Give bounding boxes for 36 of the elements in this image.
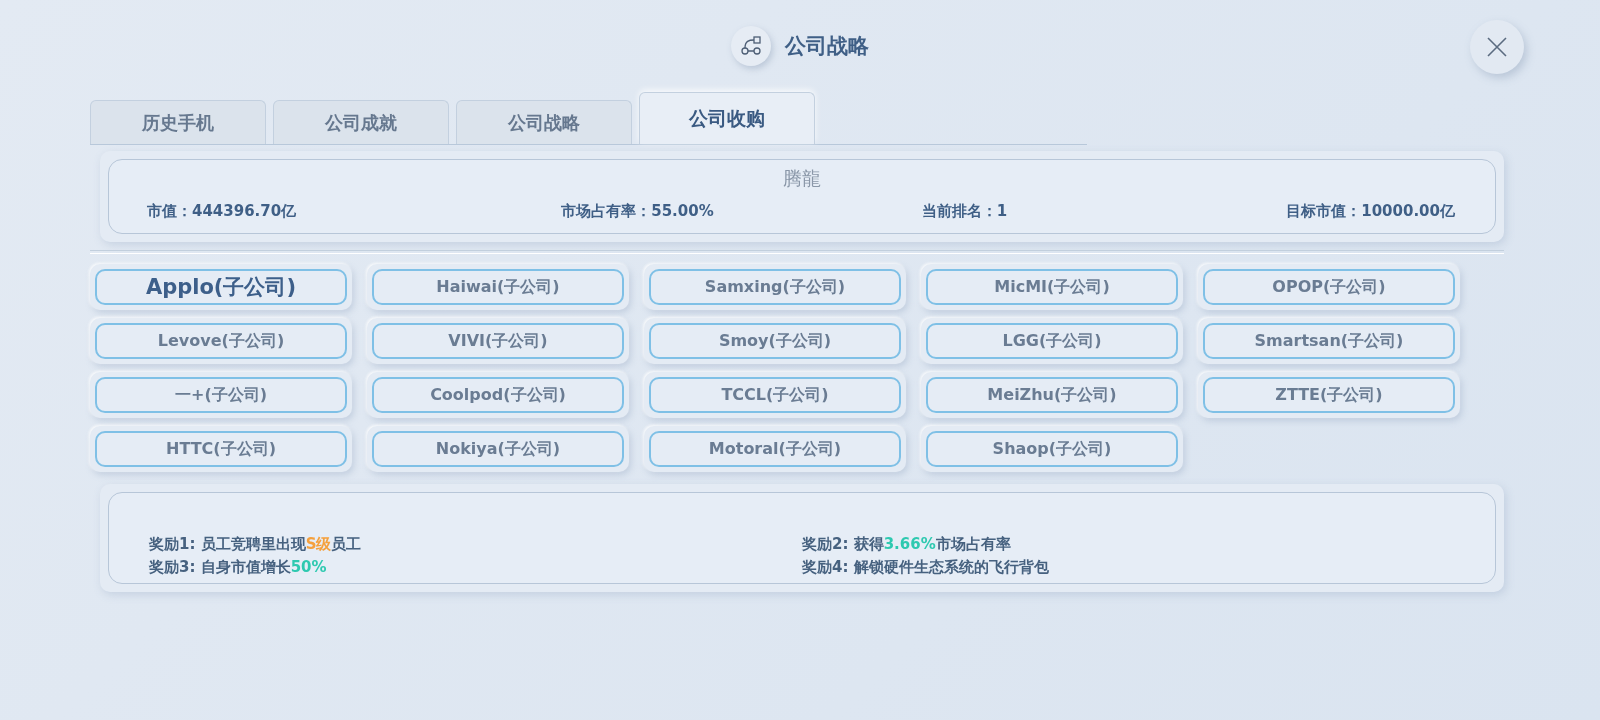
subsidiary-button[interactable]: Applo(子公司) bbox=[95, 269, 347, 305]
reward-text: 奖励2: 获得3.66%市场占有率 bbox=[802, 535, 1012, 554]
company-stat: 目标市值：10000.00亿 bbox=[1286, 202, 1455, 221]
close-button[interactable] bbox=[1470, 20, 1524, 74]
subsidiary-button[interactable]: Nokiya(子公司) bbox=[372, 431, 624, 467]
subsidiary-button[interactable]: MicMI(子公司) bbox=[926, 269, 1178, 305]
company-stat: 当前排名：1 bbox=[921, 202, 1008, 221]
subsidiary-button[interactable]: LGG(子公司) bbox=[926, 323, 1178, 359]
tab[interactable]: 公司成就 bbox=[273, 100, 449, 144]
subsidiary-button[interactable]: Shaop(子公司) bbox=[926, 431, 1178, 467]
tab[interactable]: 历史手机 bbox=[90, 100, 266, 144]
subsidiary-button[interactable]: TCCL(子公司) bbox=[649, 377, 901, 413]
subsidiary-button[interactable]: Smartsan(子公司) bbox=[1203, 323, 1455, 359]
subsidiary-button[interactable]: Smoy(子公司) bbox=[649, 323, 901, 359]
window-title: 公司战略 bbox=[785, 33, 869, 60]
reward-text: 奖励1: 员工竞聘里出现S级员工 bbox=[149, 535, 363, 554]
subsidiary-button[interactable]: VIVI(子公司) bbox=[372, 323, 624, 359]
close-icon bbox=[1486, 36, 1508, 58]
subsidiary-button[interactable]: Levove(子公司) bbox=[95, 323, 347, 359]
subsidiary-button[interactable]: Samxing(子公司) bbox=[649, 269, 901, 305]
subsidiary-button[interactable]: HTTC(子公司) bbox=[95, 431, 347, 467]
reward-text: 奖励3: 自身市值增长50% bbox=[149, 558, 328, 577]
subsidiary-button[interactable]: Haiwai(子公司) bbox=[372, 269, 624, 305]
company-name: 腾龍 bbox=[782, 166, 822, 191]
subsidiary-button[interactable]: Motoral(子公司) bbox=[649, 431, 901, 467]
subsidiary-button[interactable]: OPOP(子公司) bbox=[1203, 269, 1455, 305]
company-stat: 市值：444396.70亿 bbox=[147, 202, 297, 221]
company-stat: 市场占有率：55.00% bbox=[561, 202, 714, 221]
reward-text: 奖励4: 解锁硬件生态系统的飞行背包 bbox=[802, 558, 1050, 577]
tab[interactable]: 公司收购 bbox=[639, 92, 815, 144]
flow-icon bbox=[731, 26, 771, 66]
subsidiary-button[interactable]: 一+(子公司) bbox=[95, 377, 347, 413]
tab[interactable]: 公司战略 bbox=[456, 100, 632, 144]
subsidiary-button[interactable]: Coolpod(子公司) bbox=[372, 377, 624, 413]
subsidiary-button[interactable]: MeiZhu(子公司) bbox=[926, 377, 1178, 413]
subsidiary-button[interactable]: ZTTE(子公司) bbox=[1203, 377, 1455, 413]
